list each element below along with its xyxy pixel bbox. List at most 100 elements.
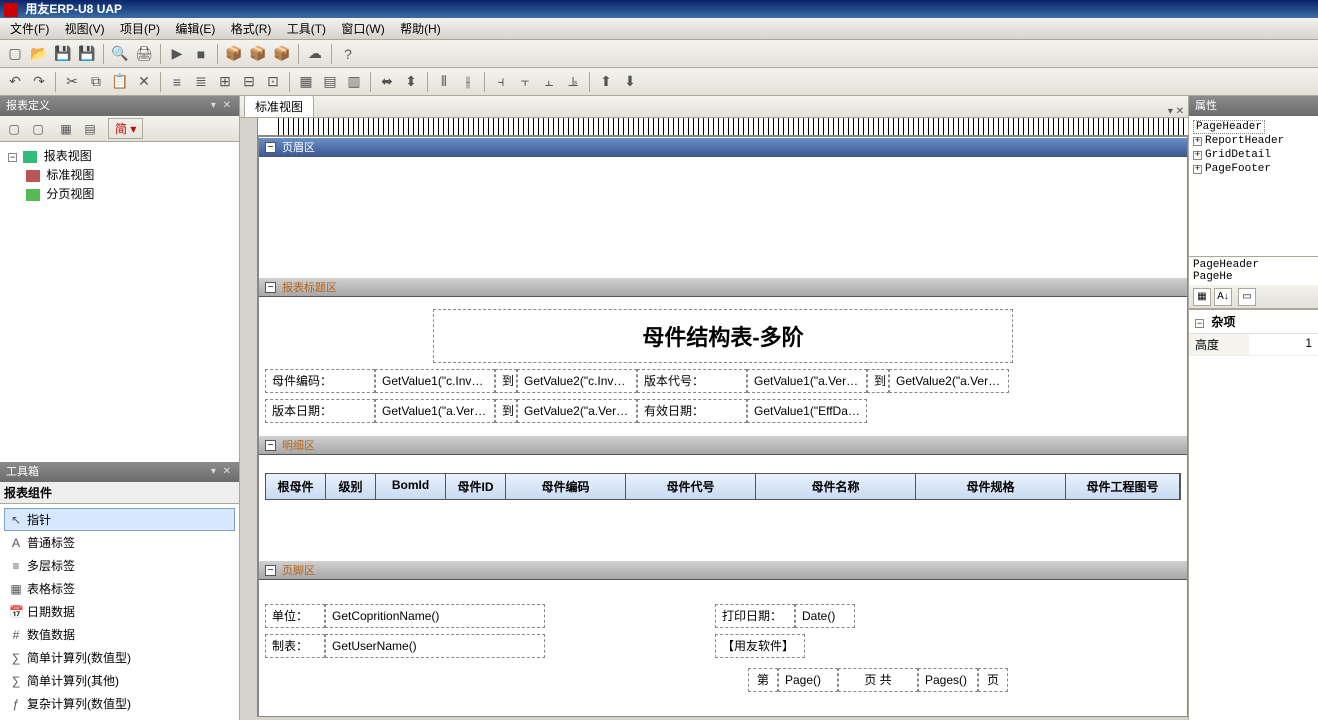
toolbox-complexother[interactable]: ƒ复杂计算列(其他) [4,715,235,720]
grid3-icon[interactable]: ▥ [343,71,365,93]
prop-height[interactable]: 高度 1 [1189,334,1318,356]
lbl-to1[interactable]: 到 [495,369,517,393]
align4-icon[interactable]: ⊟ [238,71,260,93]
new-icon[interactable]: ▢ [4,43,26,65]
lbl-to3[interactable]: 到 [495,399,517,423]
menu-format[interactable]: 格式(R) [225,18,278,39]
toolbox-complexnum[interactable]: ƒ复杂计算列(数值型) [4,692,235,715]
toolbox-tablabel[interactable]: ▦表格标签 [4,577,235,600]
lbl-pg3[interactable]: 页 [978,668,1008,692]
tree-root[interactable]: − 报表视图 [4,146,235,165]
report-page[interactable]: − 页眉区 − 报表标题区 母件结构表-多阶 母件编码： [258,136,1188,717]
menu-tools[interactable]: 工具(T) [281,18,332,39]
toolbox-pin-icon[interactable]: ▾ ✕ [211,462,233,482]
lbl-printdate[interactable]: 打印日期： [715,604,795,628]
size1-icon[interactable]: ⬌ [376,71,398,93]
toolbox-calcother[interactable]: ∑简单计算列(其他) [4,669,235,692]
cut-icon[interactable]: ✂ [61,71,83,93]
collapse-icon[interactable]: − [8,153,17,162]
align3-icon[interactable]: ⊞ [214,71,236,93]
col-drawing[interactable]: 母件工程图号 [1066,474,1180,499]
size2-icon[interactable]: ⬍ [400,71,422,93]
lbl-ver[interactable]: 版本代号： [637,369,747,393]
col-partid[interactable]: 母件ID [446,474,506,499]
grid-header[interactable]: 根母件 级别 BomId 母件ID 母件编码 母件代号 母件名称 母件规格 母件… [265,473,1181,500]
lbl-effdate[interactable]: 有效日期： [637,399,747,423]
tree-paged-view[interactable]: 分页视图 [22,184,235,203]
toolbox-number[interactable]: #数值数据 [4,623,235,646]
bring-front-icon[interactable]: ⬆ [595,71,617,93]
print-icon[interactable]: 🖨 [133,43,155,65]
band-page-footer[interactable]: − 页脚区 [259,560,1187,580]
paste-icon[interactable]: 📋 [109,71,131,93]
al-center-icon[interactable]: ⫟ [514,71,536,93]
pkg2-icon[interactable]: 📦 [247,43,269,65]
lbl-to2[interactable]: 到 [867,369,889,393]
report-title[interactable]: 母件结构表-多阶 [433,309,1013,363]
band-page-header[interactable]: − 页眉区 [259,137,1187,157]
toolbox-label[interactable]: A普通标签 [4,531,235,554]
collapse-icon[interactable]: − [265,142,276,153]
collapse-icon[interactable]: − [265,565,276,576]
pkg3-icon[interactable]: 📦 [271,43,293,65]
preview-icon[interactable]: 🔍 [109,43,131,65]
val-pages[interactable]: Pages() [918,668,978,692]
col-partcode[interactable]: 母件编码 [506,474,626,499]
menu-view[interactable]: 视图(V) [59,18,111,39]
align5-icon[interactable]: ⊡ [262,71,284,93]
prop-reportheader[interactable]: +ReportHeader [1193,134,1314,148]
val-ver1[interactable]: GetValue1("a.Ver… [747,369,867,393]
panel-pin-icon[interactable]: ▾ ✕ [211,96,233,116]
toolbox-multilabel[interactable]: ≡多层标签 [4,554,235,577]
tab-standard-view[interactable]: 标准视图 [244,95,314,117]
val-printdate[interactable]: Date() [795,604,855,628]
cloud-icon[interactable]: ☁ [304,43,326,65]
col-level[interactable]: 级别 [326,474,376,499]
lbl-verdate[interactable]: 版本日期： [265,399,375,423]
save-all-icon[interactable]: 💾 [76,43,98,65]
prop-griddetail[interactable]: +GridDetail [1193,148,1314,162]
rd-col-icon[interactable]: ▦ [56,119,76,139]
copy-icon[interactable]: ⧉ [85,71,107,93]
al-right-icon[interactable]: ⫠ [538,71,560,93]
menu-project[interactable]: 项目(P) [114,18,166,39]
save-icon[interactable]: 💾 [52,43,74,65]
page-header-body[interactable] [259,157,1187,277]
col-partno[interactable]: 母件代号 [626,474,756,499]
brand-box[interactable]: 【用友软件】 [715,634,805,658]
page-footer-body[interactable]: 单位： GetCopritionName() 打印日期： Date() 制表： … [259,580,1187,716]
report-def-tree[interactable]: − 报表视图 标准视图 分页视图 [0,142,239,462]
band-detail[interactable]: − 明细区 [259,435,1187,455]
lbl-unit[interactable]: 单位： [265,604,325,628]
menu-help[interactable]: 帮助(H) [394,18,447,39]
val-verdate1[interactable]: GetValue1("a.Ver… [375,399,495,423]
design-surface[interactable]: − 页眉区 − 报表标题区 母件结构表-多阶 母件编码： [240,118,1188,720]
props-cat-icon[interactable]: ▦ [1193,288,1211,306]
col-spec[interactable]: 母件规格 [916,474,1066,499]
al-left-icon[interactable]: ⫞ [490,71,512,93]
toolbox-pointer[interactable]: ↖指针 [4,508,235,531]
align1-icon[interactable]: ≡ [166,71,188,93]
collapse-icon[interactable]: − [1195,319,1204,328]
tree-standard-view[interactable]: 标准视图 [22,165,235,184]
rd-simple-dropdown[interactable]: 简 ▾ [108,118,143,139]
grid1-icon[interactable]: ▦ [295,71,317,93]
grid2-icon[interactable]: ▤ [319,71,341,93]
props-grid[interactable]: − 杂项 高度 1 [1189,309,1318,720]
collapse-icon[interactable]: − [265,440,276,451]
val-invcode1[interactable]: GetValue1("c.Inv… [375,369,495,393]
val-maker[interactable]: GetUserName() [325,634,545,658]
rd-new2-icon[interactable]: ▢ [28,119,48,139]
val-ver2[interactable]: GetValue2("a.Ver… [889,369,1009,393]
val-unit[interactable]: GetCopritionName() [325,604,545,628]
val-page[interactable]: Page() [778,668,838,692]
detail-body[interactable]: 根母件 级别 BomId 母件ID 母件编码 母件代号 母件名称 母件规格 母件… [259,455,1187,560]
menu-edit[interactable]: 编辑(E) [169,18,221,39]
props-category[interactable]: − 杂项 [1189,310,1318,334]
dist2-icon[interactable]: ⫲ [457,71,479,93]
delete-icon[interactable]: ✕ [133,71,155,93]
stop-icon[interactable]: ■ [190,43,212,65]
toolbox-calcnum[interactable]: ∑简单计算列(数值型) [4,646,235,669]
val-verdate2[interactable]: GetValue2("a.Ver… [517,399,637,423]
report-header-body[interactable]: 母件结构表-多阶 母件编码： GetValue1("c.Inv… 到 GetVa… [259,297,1187,435]
